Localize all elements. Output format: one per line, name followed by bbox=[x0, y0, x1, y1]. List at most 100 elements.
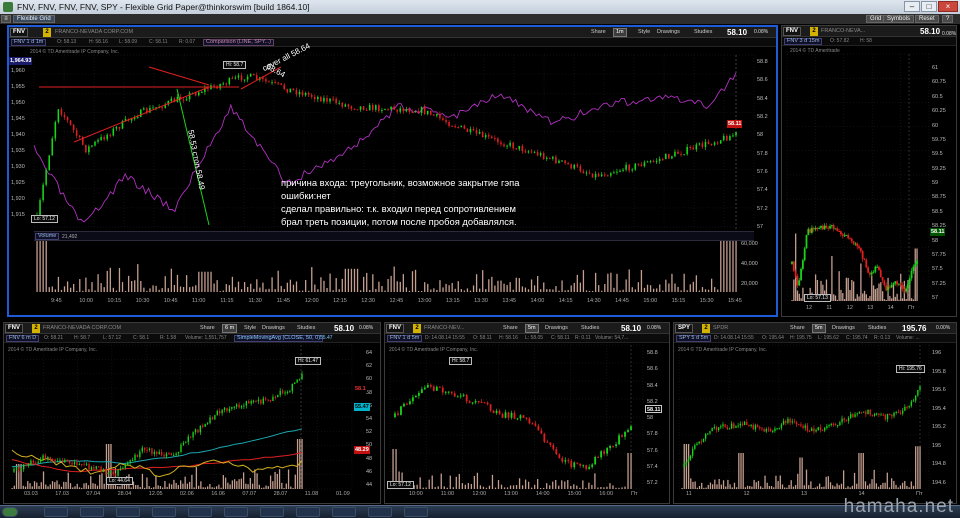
volume-bar bbox=[856, 294, 858, 301]
maximize-button[interactable]: □ bbox=[921, 1, 937, 12]
candle bbox=[579, 166, 582, 172]
volume-bar bbox=[470, 483, 473, 489]
volume-bar bbox=[127, 275, 130, 292]
candle bbox=[785, 420, 787, 423]
volume-bar bbox=[152, 285, 154, 292]
candle bbox=[500, 142, 502, 145]
volume-bar bbox=[249, 478, 251, 489]
candle bbox=[76, 462, 78, 466]
volume-bar bbox=[182, 483, 184, 489]
minimize-button[interactable]: – bbox=[904, 1, 920, 12]
volume-bar bbox=[851, 485, 854, 489]
candle bbox=[865, 260, 868, 268]
volume-bar bbox=[840, 289, 842, 301]
candle bbox=[612, 445, 614, 447]
close-button[interactable]: × bbox=[938, 1, 958, 12]
volume-bar bbox=[179, 286, 182, 292]
candle bbox=[730, 423, 733, 429]
candle bbox=[480, 401, 483, 403]
candle bbox=[724, 424, 726, 428]
menu-icon[interactable]: ≡ bbox=[1, 15, 11, 23]
reset-button[interactable]: Reset bbox=[915, 15, 939, 23]
time-tick-label: 12 bbox=[806, 305, 813, 311]
taskbar-app-icon[interactable] bbox=[116, 507, 140, 517]
taskbar-app-icon[interactable] bbox=[260, 507, 284, 517]
candle bbox=[192, 432, 194, 438]
candle bbox=[408, 109, 411, 112]
volume-bar bbox=[121, 282, 124, 292]
bottomleft-chart-panel[interactable]: FNV 2 FRANCO-NEVADA CORP.COM Share 6 m S… bbox=[3, 322, 381, 504]
volume-bar bbox=[732, 234, 734, 292]
time-tick-label: 02.06 bbox=[180, 491, 194, 497]
volume-bar bbox=[694, 481, 696, 489]
candle bbox=[613, 172, 615, 174]
taskbar-app-icon[interactable] bbox=[188, 507, 212, 517]
candle bbox=[182, 99, 185, 101]
taskbar-app-icon[interactable] bbox=[404, 507, 428, 517]
volume-bar bbox=[445, 283, 447, 292]
taskbar-app-icon[interactable] bbox=[368, 507, 392, 517]
candle bbox=[350, 106, 353, 109]
volume-bar bbox=[233, 479, 236, 489]
volume-bar bbox=[591, 290, 594, 292]
volume-bar bbox=[746, 485, 749, 489]
taskbar-app-icon[interactable] bbox=[296, 507, 320, 517]
volume-bar bbox=[877, 486, 880, 489]
volume-bar bbox=[680, 290, 682, 292]
volume-bar bbox=[428, 479, 430, 489]
help-button[interactable]: ? bbox=[942, 15, 954, 23]
volume-bar bbox=[892, 282, 895, 301]
candle bbox=[474, 401, 477, 403]
candle bbox=[286, 88, 289, 93]
candle bbox=[816, 227, 819, 229]
volume-bar bbox=[722, 480, 725, 489]
volume-bar bbox=[421, 290, 423, 292]
bottomleft-price-chart[interactable] bbox=[4, 323, 382, 505]
candle bbox=[189, 436, 192, 438]
candle bbox=[887, 286, 889, 291]
candle bbox=[579, 463, 582, 466]
volume-bar bbox=[78, 487, 81, 489]
candle bbox=[545, 157, 548, 160]
taskbar-app-icon[interactable] bbox=[332, 507, 356, 517]
main-chart-panel[interactable]: FNV 2 FRANCO-NEVADA CORP.COM Share 1m St… bbox=[7, 25, 778, 317]
volume-bar bbox=[884, 482, 886, 489]
volume-bar bbox=[359, 290, 362, 292]
volume-bar bbox=[384, 290, 386, 292]
taskbar-app-icon[interactable] bbox=[224, 507, 248, 517]
volume-bar bbox=[274, 471, 276, 489]
volume-bar bbox=[725, 486, 727, 489]
candle bbox=[561, 160, 563, 162]
volume-bar bbox=[224, 477, 227, 489]
bottomright-chart-panel[interactable]: SPY 2 SPDR Share 5m Drawings Studies 195… bbox=[673, 322, 957, 504]
volume-bar bbox=[842, 470, 845, 489]
taskbar-app-icon[interactable] bbox=[80, 507, 104, 517]
symbols-button[interactable]: Symbols bbox=[883, 15, 915, 23]
volume-bar bbox=[616, 273, 618, 292]
bottommiddle-chart-panel[interactable]: FNV 2 FRANCO-NEV... Share 5m Drawings St… bbox=[384, 322, 670, 504]
candle bbox=[806, 425, 809, 431]
volume-bar bbox=[744, 487, 747, 489]
taskbar-app-icon[interactable] bbox=[44, 507, 68, 517]
bottomright-price-chart[interactable] bbox=[674, 323, 958, 505]
start-button[interactable] bbox=[2, 507, 18, 517]
volume-bar bbox=[466, 288, 469, 292]
candle bbox=[160, 451, 163, 455]
volume-bar bbox=[54, 289, 57, 292]
bottommiddle-price-chart[interactable] bbox=[385, 323, 671, 505]
volume-bar bbox=[137, 264, 139, 292]
volume-bar bbox=[512, 485, 515, 489]
time-tick-label: 12:15 bbox=[333, 298, 347, 304]
volume-bar bbox=[536, 276, 539, 292]
candle bbox=[444, 391, 447, 393]
candle bbox=[573, 164, 576, 169]
taskbar-app-icon[interactable] bbox=[152, 507, 176, 517]
main-price-chart[interactable] bbox=[9, 27, 780, 319]
candle bbox=[600, 451, 603, 458]
candle bbox=[264, 398, 267, 400]
tab-flexible-grid[interactable]: Flexible Grid bbox=[13, 15, 55, 23]
volume-label[interactable]: Volume bbox=[35, 233, 60, 240]
topright-price-chart[interactable] bbox=[782, 26, 958, 318]
volume-bar bbox=[823, 486, 825, 489]
topright-chart-panel[interactable]: FNV 2 FRANCO-NEVA... 58.10 0.08% FNV 3 d… bbox=[781, 25, 957, 317]
